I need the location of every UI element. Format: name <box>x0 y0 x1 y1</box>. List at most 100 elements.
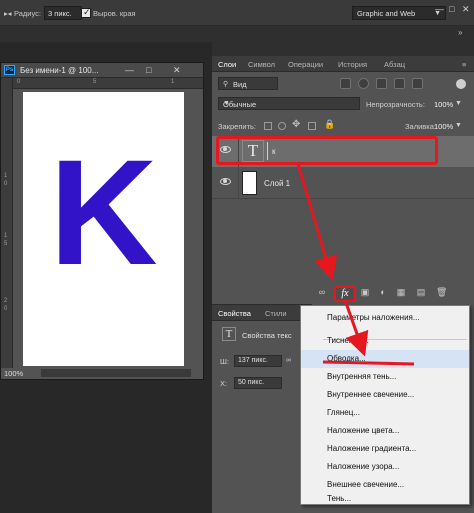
document-tab[interactable]: Ps Без имени-1 @ 100... — □ ✕ <box>1 63 203 78</box>
panel-collapse-icon[interactable]: » <box>458 28 462 37</box>
ruler-tick: 1 <box>4 173 8 179</box>
layer-filter-label: Вид <box>233 80 247 89</box>
width-input[interactable]: 137 пикс. <box>234 355 282 367</box>
ruler-tick: 1 <box>171 79 175 85</box>
photoshop-logo-icon: Ps <box>4 65 15 75</box>
menu-item-color-overlay[interactable]: Наложение цвета... <box>301 422 469 440</box>
type-properties-icon: T <box>222 327 236 341</box>
blend-mode-select[interactable]: Обычные ▼ <box>218 97 360 110</box>
menu-item-inner-glow[interactable]: Внутреннее свечение... <box>301 386 469 404</box>
layers-panel: Слои Символ Операции История Абзац ≡ Вид… <box>212 42 474 304</box>
ruler-top: 0 5 1 <box>13 78 203 89</box>
filter-type-icon[interactable] <box>376 78 387 89</box>
opacity-label: Непрозрачность: <box>366 100 425 109</box>
workspace-value: Graphic and Web <box>357 9 416 18</box>
tab-strip: » <box>0 26 474 42</box>
lock-position-icon[interactable]: ✥ <box>292 119 300 130</box>
filter-shape-icon[interactable] <box>394 78 405 89</box>
layer-row-pixel[interactable]: Слой 1 <box>212 168 474 199</box>
smooth-checkbox[interactable] <box>81 7 91 18</box>
horizontal-scrollbar[interactable] <box>41 369 191 377</box>
link-layers-icon[interactable]: ∞ <box>317 287 327 297</box>
lock-pixels-icon[interactable] <box>278 122 286 130</box>
menu-item-stroke[interactable]: Обводка... <box>301 350 469 368</box>
tab-styles[interactable]: Стили <box>265 309 287 318</box>
filter-pixel-icon[interactable] <box>340 78 351 89</box>
maximize-icon[interactable]: □ <box>449 4 454 14</box>
chevron-down-icon[interactable]: ▼ <box>455 100 462 107</box>
collapse-arrows-icon[interactable]: ▸◂ <box>4 9 12 18</box>
link-icon[interactable]: ∞ <box>286 357 291 364</box>
doc-minimize-icon[interactable]: — <box>125 65 134 75</box>
panel-menu-icon[interactable]: ≡ <box>462 60 466 69</box>
document-window: Ps Без имени-1 @ 100... — □ ✕ 0 5 1 1 0 … <box>0 62 204 380</box>
zoom-level[interactable]: 100% <box>4 369 23 378</box>
tab-layers[interactable]: Слои <box>218 60 236 69</box>
doc-close-icon[interactable]: ✕ <box>173 65 181 76</box>
radius-input[interactable]: 3 пикс. <box>44 6 82 20</box>
ruler-tick: 0 <box>4 306 8 312</box>
ruler-tick: 1 <box>4 233 8 239</box>
opacity-value[interactable]: 100% <box>434 100 453 109</box>
lock-transparency-icon[interactable] <box>264 122 272 130</box>
canvas[interactable]: K <box>23 92 184 366</box>
options-bar: ▸◂ Радиус: 3 пикс. Выров. края Graphic a… <box>0 0 474 26</box>
layer-thumbnail <box>242 171 257 195</box>
smooth-label: Выров. края <box>93 9 136 18</box>
panel-tabs: Слои Символ Операции История Абзац ≡ <box>212 56 474 72</box>
ruler-tick: 5 <box>93 79 97 85</box>
ruler-left: 1 0 1 5 2 0 <box>1 78 13 368</box>
properties-tabs: Свойства Стили <box>212 305 312 321</box>
ruler-tick: 0 <box>4 181 8 187</box>
new-group-icon[interactable]: ▦ <box>396 287 406 297</box>
layer-name[interactable]: Слой 1 <box>264 179 290 188</box>
menu-item-blending-options[interactable]: Параметры наложения... <box>301 309 469 327</box>
adjustment-layer-icon[interactable]: ◐ <box>378 287 388 297</box>
new-layer-icon[interactable]: ▤ <box>416 287 426 297</box>
ruler-tick: 0 <box>17 79 21 85</box>
layer-style-menu: Параметры наложения... Тиснение... Обвод… <box>300 305 470 505</box>
menu-item-inner-shadow[interactable]: Внутренняя тень... <box>301 368 469 386</box>
menu-item-bevel[interactable]: Тиснение... <box>301 332 469 350</box>
workspace-select[interactable]: Graphic and Web ▼ <box>352 6 446 20</box>
lock-artboard-icon[interactable] <box>308 122 316 130</box>
tab-paragraph[interactable]: Абзац <box>384 60 405 69</box>
ruler-tick: 5 <box>4 241 8 247</box>
menu-item-satin[interactable]: Глянец... <box>301 404 469 422</box>
lock-label: Закрепить: <box>218 122 257 131</box>
canvas-letter: K <box>49 128 158 296</box>
width-label: Ш: <box>220 357 229 366</box>
search-icon: ⚲ <box>223 81 229 88</box>
fill-value[interactable]: 100% <box>434 122 453 131</box>
properties-panel: Свойства Стили T Свойства текс Ш: 137 пи… <box>212 304 312 513</box>
menu-item-gradient-overlay[interactable]: Наложение градиента... <box>301 440 469 458</box>
menu-item-drop-shadow[interactable]: Тень... <box>301 490 469 508</box>
fx-layer-style-button[interactable]: fx <box>334 286 356 302</box>
x-input[interactable]: 50 пикс. <box>234 377 282 389</box>
filter-adjustment-icon[interactable] <box>358 78 369 89</box>
radius-label: Радиус: <box>14 9 41 18</box>
tab-character[interactable]: Символ <box>248 60 275 69</box>
chevron-down-icon: ▼ <box>223 100 230 107</box>
tab-history[interactable]: История <box>338 60 367 69</box>
tab-actions[interactable]: Операции <box>288 60 323 69</box>
radius-value: 3 пикс. <box>48 9 72 18</box>
layer-filter-select[interactable]: Вид ⚲ <box>218 77 278 90</box>
chevron-down-icon[interactable]: ▼ <box>455 122 462 129</box>
minimize-icon[interactable]: — <box>435 4 444 14</box>
close-icon[interactable]: ✕ <box>462 4 470 15</box>
divider <box>238 168 239 199</box>
ruler-tick: 2 <box>4 298 8 304</box>
doc-maximize-icon[interactable]: □ <box>146 65 151 75</box>
tab-properties[interactable]: Свойства <box>218 309 251 318</box>
panel-header <box>212 42 474 56</box>
add-mask-icon[interactable]: ▣ <box>360 287 370 297</box>
menu-item-pattern-overlay[interactable]: Наложение узора... <box>301 458 469 476</box>
filter-toggle-icon[interactable] <box>456 79 466 89</box>
lock-all-icon[interactable]: 🔒 <box>324 119 335 130</box>
document-title: Без имени-1 @ 100... <box>20 66 99 75</box>
delete-layer-icon[interactable]: 🗑 <box>436 287 447 297</box>
filter-smart-icon[interactable] <box>412 78 423 89</box>
x-label: X: <box>220 379 228 388</box>
visibility-eye-icon[interactable] <box>220 178 231 185</box>
